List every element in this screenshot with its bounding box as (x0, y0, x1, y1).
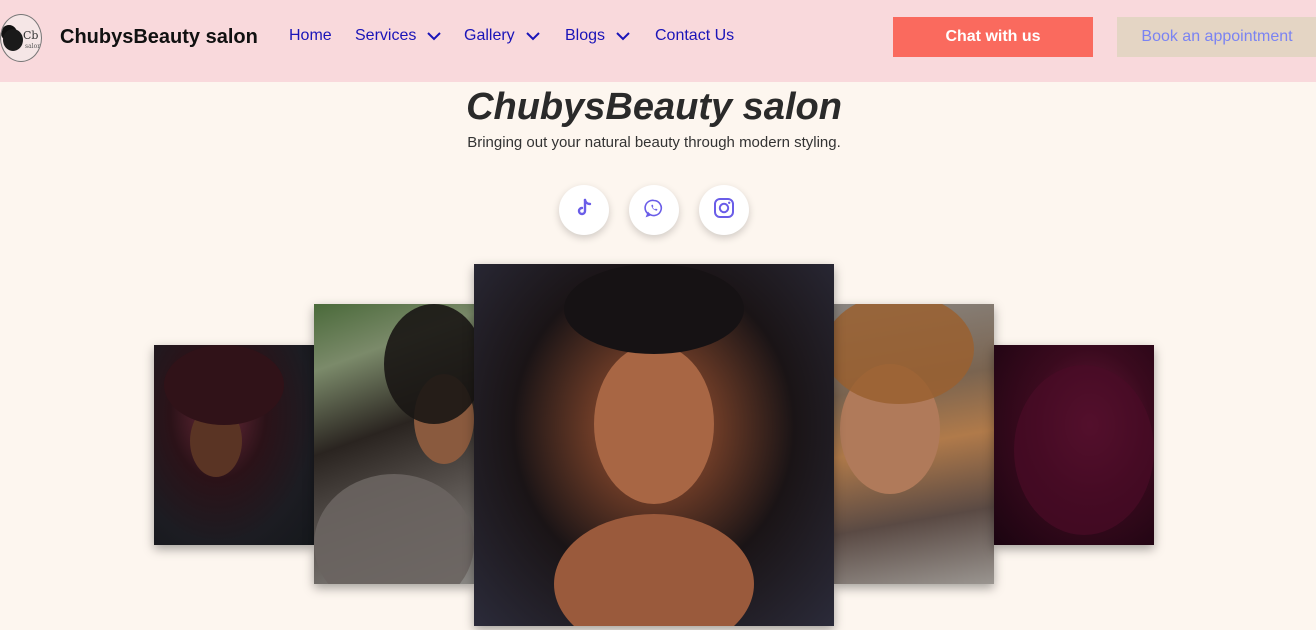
nav-gallery-label: Gallery (464, 27, 515, 44)
logo-monogram: Cb (23, 29, 39, 42)
gallery-image-burgundy-wavy-hair[interactable] (994, 345, 1154, 545)
nav-services-dropdown[interactable]: Services (355, 27, 442, 45)
nav-contact-label: Contact Us (655, 27, 735, 44)
site-header: Cb salon ChubysBeauty salon Home Service… (0, 0, 1316, 82)
nav-home-link[interactable]: Home (289, 27, 332, 45)
hero-subtitle: Bringing out your natural beauty through… (467, 134, 841, 151)
nav-contact-link[interactable]: Contact Us (655, 27, 734, 45)
chevron-down-icon (525, 28, 541, 44)
whatsapp-button[interactable] (629, 185, 679, 235)
gallery-image-bob-wig[interactable] (834, 304, 994, 584)
brand-name[interactable]: ChubysBeauty salon (60, 26, 258, 49)
instagram-icon (712, 196, 736, 225)
tiktok-button[interactable] (559, 185, 609, 235)
whatsapp-icon (644, 198, 664, 223)
logo-subtext: salon (25, 43, 42, 50)
book-appointment-button[interactable]: Book an appointment (1117, 17, 1316, 57)
gallery-image-knotless-box-braids[interactable] (474, 264, 834, 626)
tiktok-icon (574, 198, 594, 223)
gallery-image-cornrow-braids-with-beads[interactable] (314, 304, 474, 584)
instagram-button[interactable] (699, 185, 749, 235)
hero-title: ChubysBeauty salon (466, 86, 842, 128)
chevron-down-icon (426, 28, 442, 44)
chevron-down-icon (615, 28, 631, 44)
salon-logo-icon[interactable]: Cb salon (0, 14, 42, 62)
nav-services-label: Services (355, 27, 417, 44)
nav-blogs-label: Blogs (565, 27, 606, 44)
nav-blogs-dropdown[interactable]: Blogs (565, 27, 631, 45)
chat-button[interactable]: Chat with us (893, 17, 1093, 57)
gallery-image-afro-curly-hair[interactable] (154, 345, 314, 545)
nav-gallery-dropdown[interactable]: Gallery (464, 27, 541, 45)
nav-home-label: Home (289, 27, 332, 44)
